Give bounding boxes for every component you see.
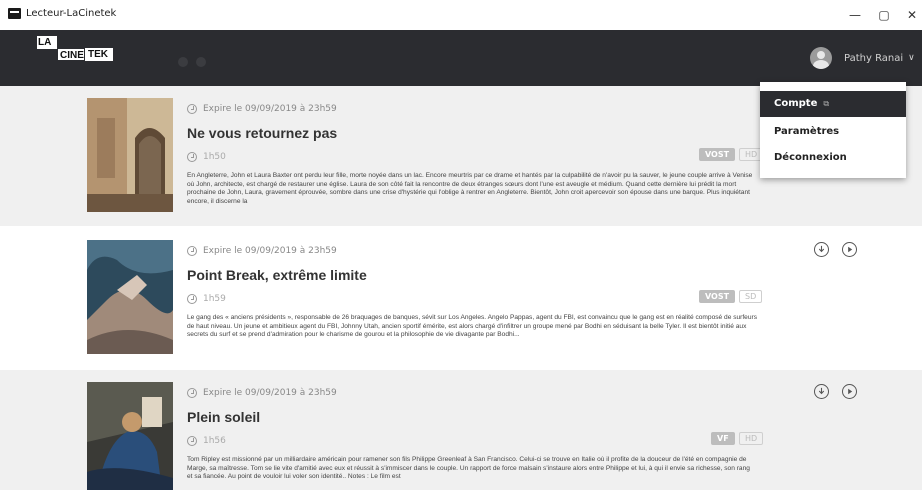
close-button[interactable]: ✕ (902, 6, 922, 24)
lacinetek-logo[interactable]: LA CINE TEK (37, 36, 115, 86)
play-button[interactable] (842, 242, 857, 257)
user-name: Pathy Ranai (844, 52, 904, 64)
film-title[interactable]: Plein soleil (187, 409, 260, 425)
user-menu-toggle[interactable]: Pathy Ranai ∨ (810, 46, 915, 70)
play-icon (848, 388, 853, 395)
app-header (0, 30, 922, 86)
language-badge: VF (711, 432, 735, 445)
menu-item-label: Compte (774, 98, 818, 109)
film-row: Expire le 09/09/2019 à 23h59 Plein solei… (0, 370, 922, 490)
film-synopsis: Tom Ripley est missionné par un milliard… (187, 456, 750, 480)
external-link-icon: ⧉ (823, 99, 830, 108)
menu-item-label: Paramètres (774, 126, 840, 137)
logo-la: LA (37, 36, 57, 49)
download-icon (818, 387, 825, 395)
window-title: Lecteur-LaCinetek (26, 8, 117, 19)
forward-arrow-icon[interactable] (196, 57, 206, 67)
language-badge: VOST (699, 290, 736, 303)
expiration-text: Expire le 09/09/2019 à 23h59 (203, 388, 337, 398)
duration-text: 1h59 (203, 294, 226, 304)
film-synopsis: Le gang des « anciens présidents », resp… (187, 314, 757, 338)
quality-badge: HD (739, 432, 764, 445)
logo-cine: CINE (57, 48, 85, 61)
menu-item-deconnexion[interactable]: Déconnexion (760, 145, 906, 171)
duration-text: 1h50 (203, 152, 226, 162)
app-icon (8, 8, 21, 19)
film-synopsis: En Angleterre, John et Laura Baxter ont … (187, 172, 753, 205)
expiration-info: Expire le 09/09/2019 à 23h59 (187, 104, 337, 114)
duration-info: 1h59 (187, 294, 226, 304)
logo-tagline (53, 64, 93, 70)
play-button[interactable] (842, 384, 857, 399)
duration-info: 1h56 (187, 436, 226, 446)
user-dropdown-menu: Compte ⧉ Paramètres Déconnexion (760, 82, 906, 178)
menu-item-compte[interactable]: Compte ⧉ (760, 91, 906, 117)
film-title[interactable]: Point Break, extrême limite (187, 267, 367, 283)
menu-item-parametres[interactable]: Paramètres (760, 119, 906, 145)
download-button[interactable] (814, 384, 829, 399)
maximize-button[interactable]: ▢ (874, 6, 894, 24)
minimize-button[interactable]: — (845, 6, 865, 24)
film-poster[interactable] (87, 382, 173, 490)
clock-icon (187, 152, 197, 162)
film-poster[interactable] (87, 240, 173, 354)
back-arrow-icon[interactable] (178, 57, 188, 67)
nav-arrows (178, 52, 218, 67)
logo-tek: TEK (85, 48, 113, 61)
language-badge: VOST (699, 148, 736, 161)
timer-icon (187, 388, 197, 398)
timer-icon (187, 104, 197, 114)
quality-badge: SD (739, 290, 763, 303)
film-title[interactable]: Ne vous retournez pas (187, 125, 337, 141)
chevron-down-icon: ∨ (908, 53, 915, 63)
expiration-info: Expire le 09/09/2019 à 23h59 (187, 388, 337, 398)
clock-icon (187, 294, 197, 304)
download-button[interactable] (814, 242, 829, 257)
download-icon (818, 245, 825, 253)
timer-icon (187, 246, 197, 256)
expiration-info: Expire le 09/09/2019 à 23h59 (187, 246, 337, 256)
clock-icon (187, 436, 197, 446)
avatar (810, 47, 832, 69)
film-poster[interactable] (87, 98, 173, 212)
expiration-text: Expire le 09/09/2019 à 23h59 (203, 246, 337, 256)
menu-item-label: Déconnexion (774, 152, 847, 163)
window-titlebar: Lecteur-LaCinetek — ▢ ✕ (0, 0, 922, 30)
expiration-text: Expire le 09/09/2019 à 23h59 (203, 104, 337, 114)
duration-text: 1h56 (203, 436, 226, 446)
duration-info: 1h50 (187, 152, 226, 162)
play-icon (848, 246, 853, 253)
film-row: Expire le 09/09/2019 à 23h59 Point Break… (0, 228, 922, 368)
